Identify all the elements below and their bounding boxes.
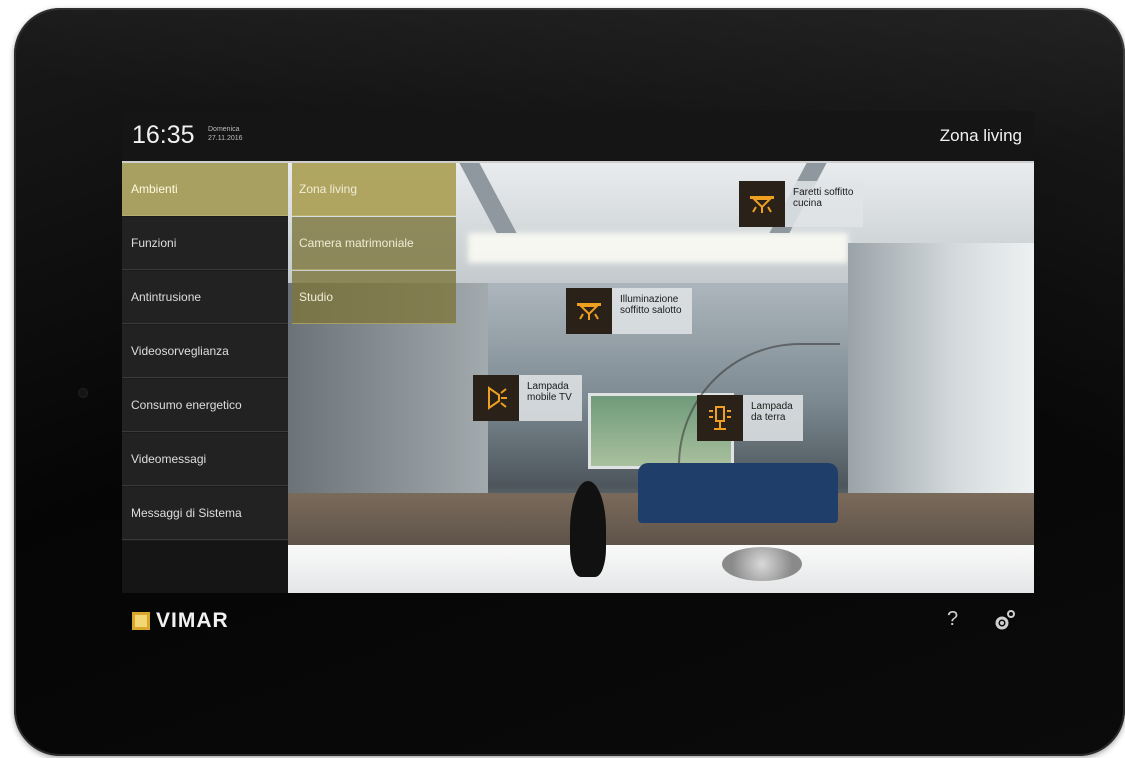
vase	[570, 481, 606, 577]
submenu-item-zona-living[interactable]: Zona living	[292, 163, 456, 216]
light-label-line1: Faretti soffitto	[793, 187, 854, 198]
zone-title: Zona living	[939, 126, 1022, 145]
main-menu: Ambienti Funzioni Antintrusione Videosor…	[122, 163, 288, 593]
light-lampada-da-terra[interactable]: Lampada da terra	[697, 395, 837, 445]
glass-bowl	[722, 547, 802, 581]
vimar-logo-icon	[132, 612, 150, 630]
light-label: Illuminazione soffitto salotto	[612, 288, 692, 334]
ceiling-light-icon[interactable]	[566, 288, 612, 334]
ceiling-spot-icon[interactable]	[739, 181, 785, 227]
menu-item-consumo-energetico[interactable]: Consumo energetico	[122, 379, 288, 432]
clock: 16:35	[132, 121, 195, 149]
room-sofa	[638, 463, 838, 523]
menu-item-antintrusione[interactable]: Antintrusione	[122, 271, 288, 324]
wall-lamp-icon[interactable]	[473, 375, 519, 421]
light-illuminazione-soffitto-salotto[interactable]: Illuminazione soffitto salotto	[566, 288, 716, 338]
light-label-line1: Illuminazione	[620, 294, 679, 305]
menu-item-ambienti[interactable]: Ambienti	[122, 163, 288, 216]
brand-name: VIMAR	[156, 609, 229, 632]
kitchen-counter	[288, 545, 1034, 593]
settings-gear-icon[interactable]	[992, 609, 1016, 633]
light-label: Lampada mobile TV	[519, 375, 582, 421]
submenu-item-camera-matrimoniale[interactable]: Camera matrimoniale	[292, 217, 456, 270]
date-block: Domenica 27.11.2016	[208, 125, 243, 143]
front-camera	[78, 388, 88, 398]
date-text: 27.11.2016	[208, 135, 243, 142]
menu-item-messaggi-di-sistema[interactable]: Messaggi di Sistema	[122, 487, 288, 540]
light-label-line2: da terra	[751, 412, 786, 423]
screen: 16:35 Domenica 27.11.2016 Zona living Fa…	[122, 111, 1034, 593]
help-button[interactable]: ?	[947, 608, 958, 631]
floor-lamp-icon[interactable]	[697, 395, 743, 441]
ceiling-light-strip	[468, 233, 848, 263]
menu-item-funzioni[interactable]: Funzioni	[122, 217, 288, 270]
day-name: Domenica	[208, 126, 240, 133]
submenu-item-studio[interactable]: Studio	[292, 271, 456, 324]
top-bar: 16:35 Domenica 27.11.2016 Zona living	[122, 111, 1034, 161]
room-submenu: Zona living Camera matrimoniale Studio	[292, 163, 456, 324]
light-label-line1: Lampada	[751, 401, 793, 412]
light-label-line2: mobile TV	[527, 392, 572, 403]
light-faretti-soffitto-cucina[interactable]: Faretti soffitto cucina	[739, 181, 889, 231]
light-label-line2: soffitto salotto	[620, 305, 682, 316]
light-label-line1: Lampada	[527, 381, 569, 392]
light-label: Faretti soffitto cucina	[785, 181, 864, 227]
light-label: Lampada da terra	[743, 395, 803, 441]
brand-logo: VIMAR	[132, 609, 229, 633]
menu-item-videosorveglianza[interactable]: Videosorveglianza	[122, 325, 288, 378]
light-label-line2: cucina	[793, 198, 822, 209]
menu-empty-slot	[122, 541, 288, 593]
light-lampada-mobile-tv[interactable]: Lampada mobile TV	[473, 375, 603, 425]
menu-item-videomessagi[interactable]: Videomessagi	[122, 433, 288, 486]
